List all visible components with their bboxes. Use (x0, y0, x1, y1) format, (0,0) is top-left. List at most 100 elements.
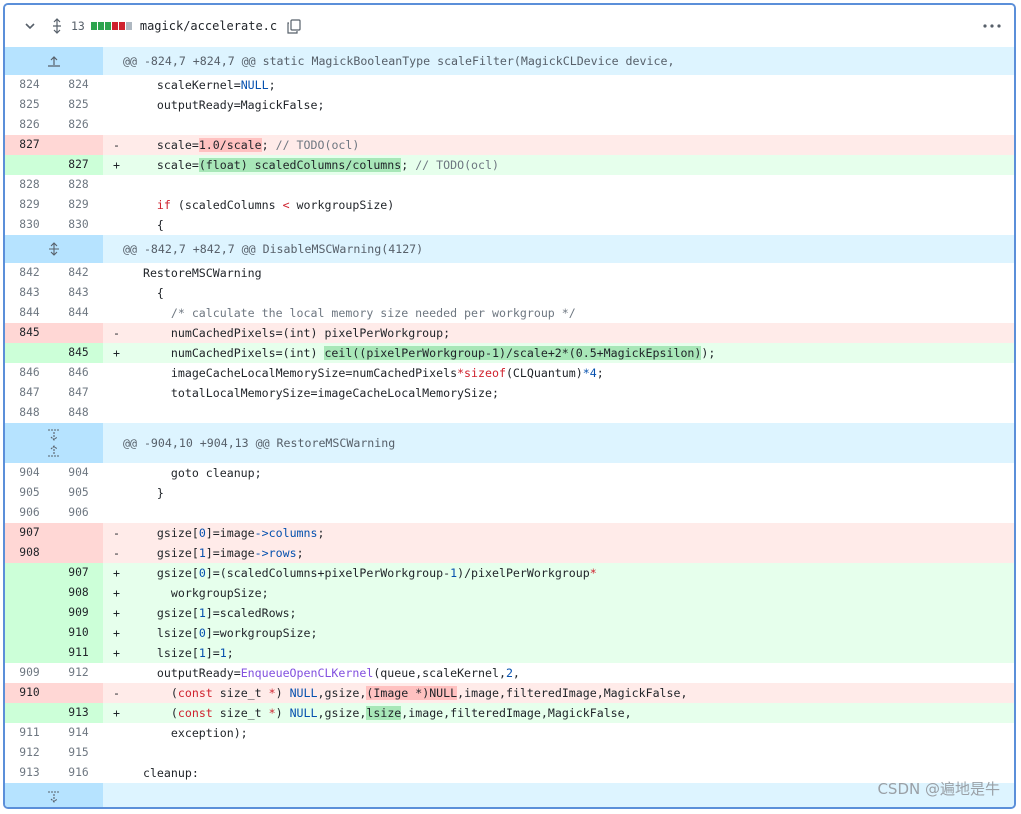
old-line-number[interactable]: 912 (5, 743, 54, 763)
code-token: ); (701, 346, 716, 360)
code-number: 0 (198, 526, 206, 540)
expand-down-button[interactable] (5, 783, 103, 807)
old-line-number[interactable]: 908 (5, 543, 54, 563)
file-name-link[interactable]: magick/accelerate.c (140, 19, 277, 33)
code-line: lsize[0]=workgroupSize; (123, 623, 1014, 643)
new-line-number[interactable]: 914 (54, 723, 103, 743)
old-line-number[interactable]: 827 (5, 135, 54, 155)
code-token: workgroupSize) (289, 198, 395, 212)
new-line-number[interactable]: 847 (54, 383, 103, 403)
code-token: numCachedPixels= (129, 346, 283, 360)
code-token: ; (401, 158, 416, 172)
expand-up-button[interactable] (5, 47, 103, 75)
old-line-number[interactable]: 907 (5, 523, 54, 543)
new-line-number[interactable]: 905 (54, 483, 103, 503)
deleted-line: 907 - gsize[0]=image->columns; (5, 523, 1014, 543)
code-token: ( (129, 686, 178, 700)
collapse-chevron-icon[interactable] (23, 19, 37, 33)
new-line-number[interactable]: 912 (54, 663, 103, 683)
code-member: ->rows (254, 546, 297, 560)
code-line: outputReady=EnqueueOpenCLKernel(queue,sc… (123, 663, 1014, 683)
new-line-number[interactable]: 904 (54, 463, 103, 483)
hunk-header: @@ -904,10 +904,13 @@ RestoreMSCWarning (5, 423, 1014, 463)
new-line-number[interactable]: 842 (54, 263, 103, 283)
code-token: ,gsize, (317, 686, 367, 700)
diff-table: @@ -824,7 +824,7 @@ static MagickBoolean… (5, 47, 1014, 807)
new-line-number[interactable]: 824 (54, 75, 103, 95)
expand-up-icon (48, 445, 60, 457)
new-line-number[interactable]: 908 (54, 583, 103, 603)
old-line-number[interactable]: 911 (5, 723, 54, 743)
old-line-number[interactable]: 845 (5, 323, 54, 343)
code-constant: NULL (289, 686, 318, 700)
new-line-number[interactable]: 827 (54, 155, 103, 175)
code-line: if (scaledColumns < workgroupSize) (123, 195, 1014, 215)
old-line-number[interactable]: 906 (5, 503, 54, 523)
old-line-number[interactable]: 846 (5, 363, 54, 383)
new-line-number[interactable]: 825 (54, 95, 103, 115)
new-line-number[interactable]: 910 (54, 623, 103, 643)
copy-icon[interactable] (286, 18, 302, 34)
new-line-number[interactable]: 907 (54, 563, 103, 583)
code-token: (int) (282, 346, 318, 360)
old-line-number[interactable]: 826 (5, 115, 54, 135)
code-token: gsize[ (129, 526, 199, 540)
code-token: lsize[ (129, 626, 199, 640)
diff-line: 906 906 (5, 503, 1014, 523)
new-line-number[interactable]: 828 (54, 175, 103, 195)
new-line-number[interactable]: 844 (54, 303, 103, 323)
new-line-number[interactable]: 848 (54, 403, 103, 423)
old-line-number[interactable]: 848 (5, 403, 54, 423)
new-line-number[interactable]: 915 (54, 743, 103, 763)
old-line-number[interactable]: 843 (5, 283, 54, 303)
new-line-number[interactable]: 846 (54, 363, 103, 383)
new-line-number[interactable]: 829 (54, 195, 103, 215)
new-line-number[interactable]: 911 (54, 643, 103, 663)
code-token: ,image,filteredImage,MagickFalse, (457, 686, 688, 700)
diff-line: 848 848 (5, 403, 1014, 423)
code-keyword: const (177, 706, 213, 720)
code-token: ) (275, 706, 290, 720)
old-line-number[interactable]: 904 (5, 463, 54, 483)
code-number: 0 (198, 566, 206, 580)
code-operator: * (589, 566, 597, 580)
expand-all-icon[interactable] (49, 18, 65, 34)
new-line-number[interactable]: 906 (54, 503, 103, 523)
old-line-number[interactable]: 828 (5, 175, 54, 195)
new-line-number[interactable]: 845 (54, 343, 103, 363)
code-token: scale= (129, 158, 199, 172)
old-line-number[interactable]: 844 (5, 303, 54, 323)
diffstat-square (125, 22, 132, 30)
code-token: gsize[ (129, 566, 199, 580)
expand-up-down-button[interactable] (5, 423, 103, 463)
new-line-number[interactable]: 826 (54, 115, 103, 135)
diff-line: 846 846 imageCacheLocalMemorySize=numCach… (5, 363, 1014, 383)
diff-sign: - (113, 138, 120, 152)
more-options-icon[interactable] (982, 18, 1002, 34)
added-highlight: ceil((pixelPerWorkgroup (324, 346, 485, 360)
new-line-number[interactable]: 909 (54, 603, 103, 623)
old-line-number[interactable]: 825 (5, 95, 54, 115)
old-line-number[interactable]: 905 (5, 483, 54, 503)
old-line-number[interactable]: 824 (5, 75, 54, 95)
code-line: scaleKernel=NULL; (123, 75, 1014, 95)
old-line-number[interactable]: 829 (5, 195, 54, 215)
old-line-number[interactable]: 830 (5, 215, 54, 235)
code-token: outputReady= (129, 666, 241, 680)
old-line-number[interactable]: 910 (5, 683, 54, 703)
new-line-number[interactable]: 916 (54, 763, 103, 783)
expand-button[interactable] (5, 235, 103, 263)
old-line-number[interactable]: 842 (5, 263, 54, 283)
new-line-number[interactable]: 843 (54, 283, 103, 303)
code-line: goto cleanup; (129, 466, 262, 480)
old-line-number (5, 623, 54, 643)
old-line-number[interactable]: 913 (5, 763, 54, 783)
new-line-number[interactable]: 830 (54, 215, 103, 235)
new-line-number[interactable]: 913 (54, 703, 103, 723)
code-token: ]=image (205, 546, 255, 560)
diff-sign: + (113, 606, 120, 620)
old-line-number[interactable]: 909 (5, 663, 54, 683)
old-line-number[interactable]: 847 (5, 383, 54, 403)
code-token: NULL (240, 78, 269, 92)
diff-sign: + (113, 646, 120, 660)
